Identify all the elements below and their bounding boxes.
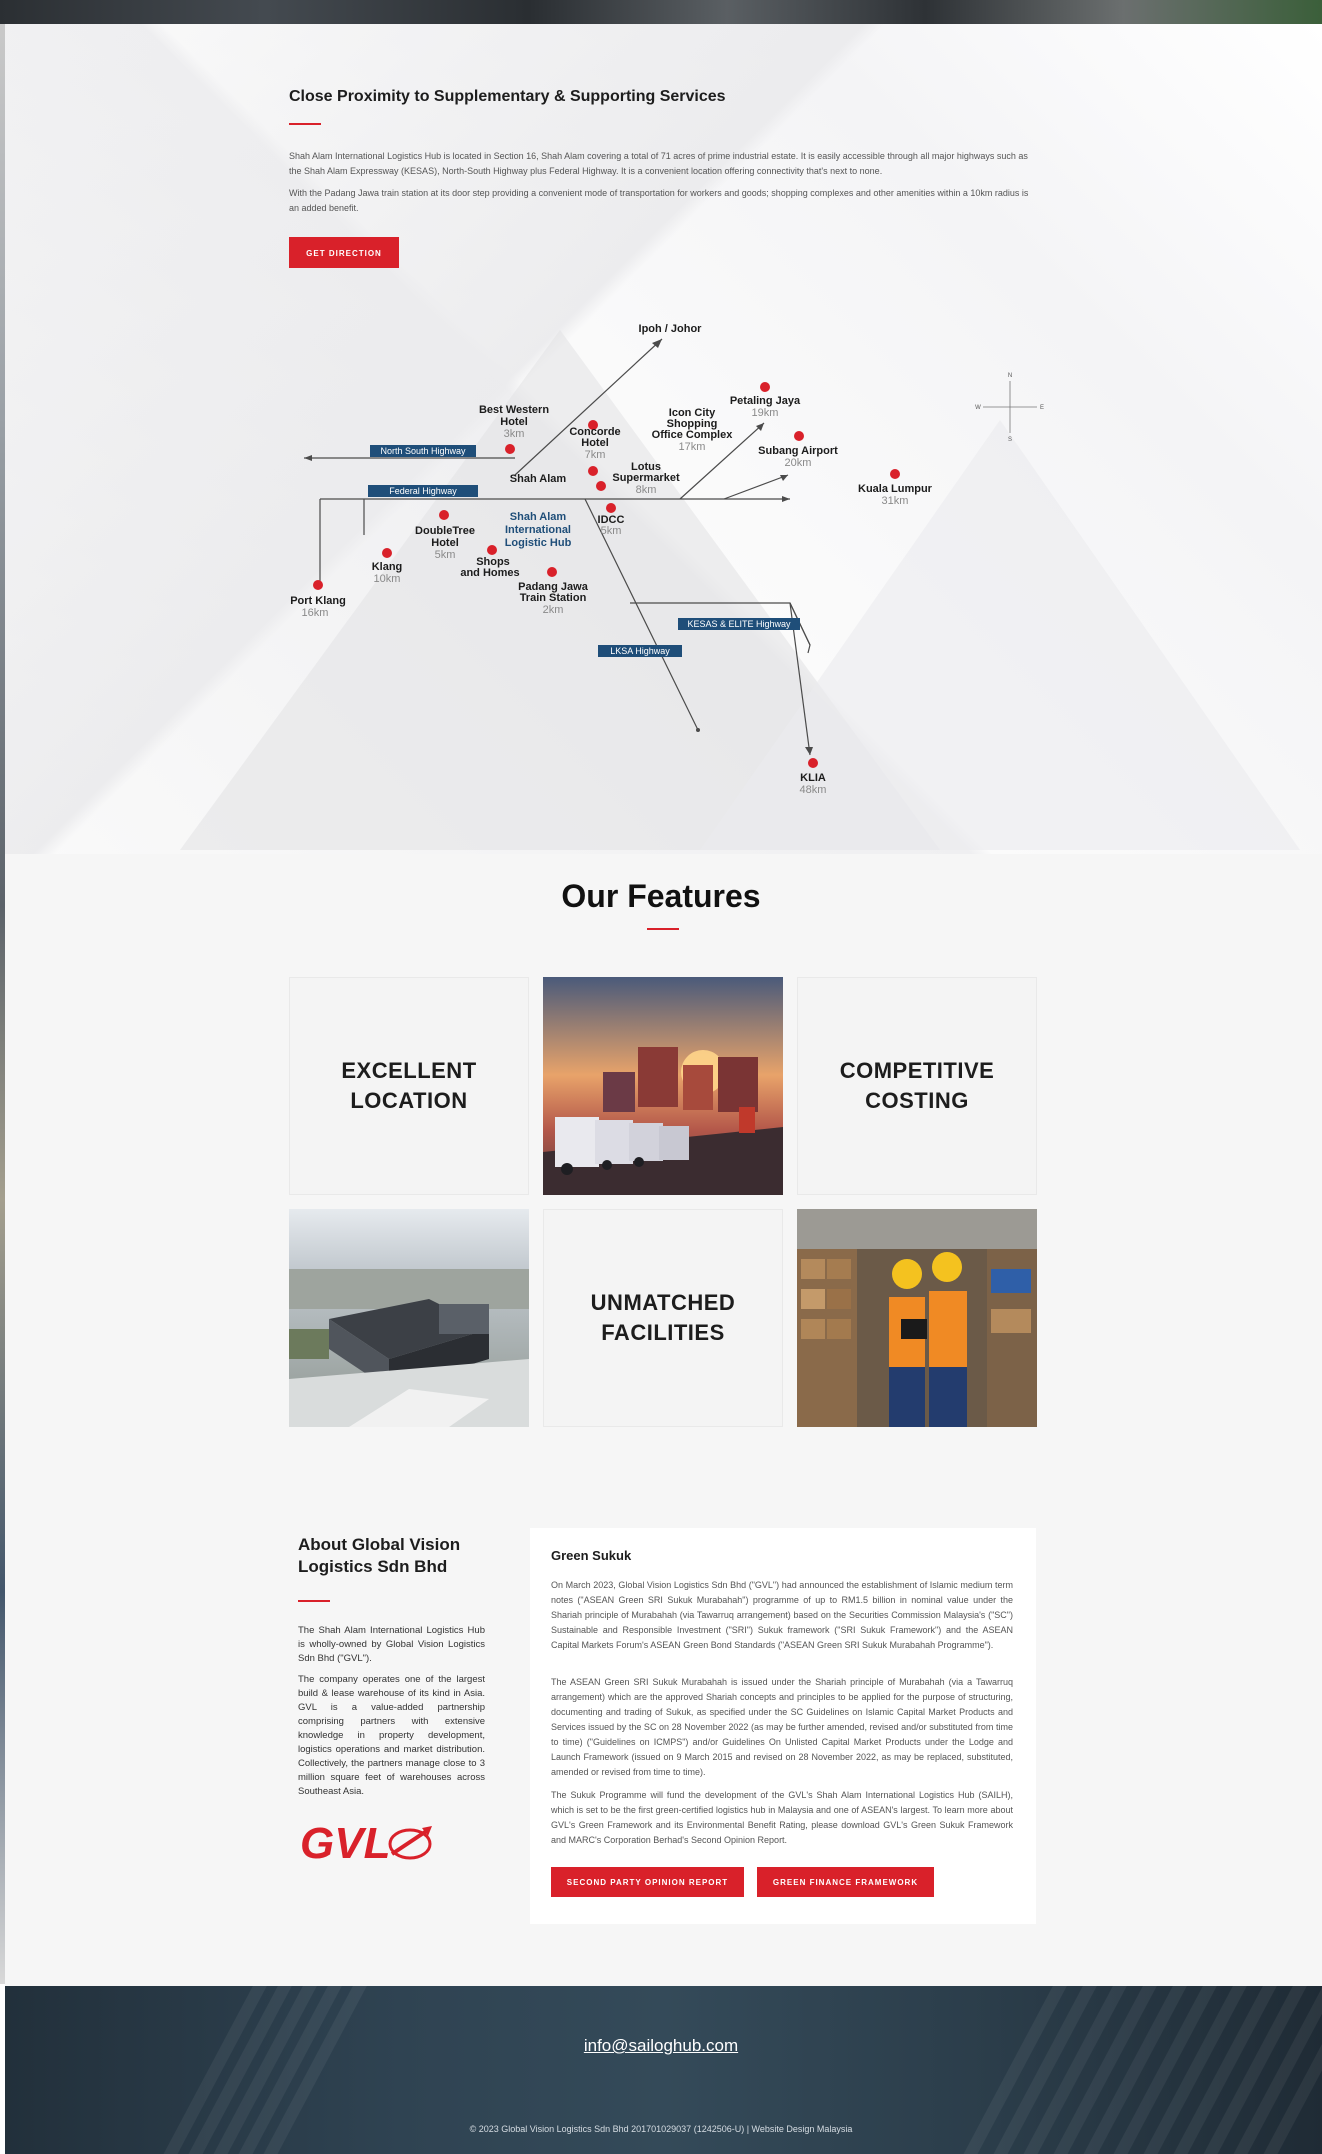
feature-card-label: COMPETITIVE COSTING (839, 1058, 995, 1113)
pin-subang-airport (794, 431, 804, 441)
proximity-paragraph: With the Padang Jawa train station at it… (289, 188, 1029, 213)
dist-idcc: 5km (601, 525, 622, 537)
svg-text:N: N (1008, 373, 1012, 379)
feature-card-facilities: UNMATCHED FACILITIES (543, 1209, 783, 1427)
pin-lotus (596, 481, 606, 491)
title-underline (647, 928, 679, 930)
dist-padang-jawa: 2km (543, 604, 564, 616)
label-subang-airport: Subang Airport (758, 445, 838, 457)
feature-card-costing: COMPETITIVE COSTING (797, 977, 1037, 1195)
proximity-title: Close Proximity to Supplementary & Suppo… (289, 88, 726, 105)
pin-padang-jawa (547, 567, 557, 577)
label-concorde: Hotel (581, 437, 609, 449)
aerial-warehouse-photo (289, 1209, 529, 1427)
highway-label-federal: Federal Highway (368, 485, 478, 497)
sukuk-paragraph: The Sukuk Programme will fund the develo… (551, 1790, 1013, 1845)
dist-kuala-lumpur: 31km (882, 495, 909, 507)
compass-icon: N S E W (975, 373, 1044, 443)
road-subang (723, 474, 789, 500)
label-hub: Shah Alam (510, 511, 567, 523)
pin-klia (808, 758, 818, 768)
label-shops: and Homes (460, 567, 519, 579)
dist-port-klang: 16km (302, 607, 329, 619)
svg-text:KESAS & ELITE Highway: KESAS & ELITE Highway (687, 619, 791, 629)
about-paragraph: The Shah Alam International Logistics Hu… (298, 1625, 485, 1664)
dist-lotus: 8km (636, 484, 657, 496)
pin-kuala-lumpur (890, 469, 900, 479)
dist-doubletree: 5km (435, 549, 456, 561)
svg-text:GVL: GVL (300, 1819, 390, 1866)
label-kuala-lumpur: Kuala Lumpur (858, 483, 933, 495)
svg-text:Federal Highway: Federal Highway (389, 486, 457, 496)
svg-text:E: E (1040, 405, 1044, 411)
dist-best-western: 3km (504, 428, 525, 440)
sukuk-paragraph: The ASEAN Green SRI Sukuk Murabahah is i… (551, 1677, 1013, 1777)
gvl-logo: GVL (300, 1818, 440, 1871)
feature-card-label: EXCELLENT LOCATION (341, 1058, 477, 1113)
about-paragraph: The company operates one of the largest … (298, 1674, 485, 1797)
feature-card-label: UNMATCHED FACILITIES (590, 1290, 736, 1345)
hero-image-strip (0, 0, 1322, 24)
pin-petaling-jaya (760, 382, 770, 392)
second-party-opinion-button[interactable]: SECOND PARTY OPINION REPORT (551, 1867, 744, 1897)
warehouse-workers-photo (797, 1209, 1037, 1427)
pin-klang (382, 548, 392, 558)
sukuk-paragraph: On March 2023, Global Vision Logistics S… (551, 1580, 1013, 1650)
label-lotus: Supermarket (612, 472, 680, 484)
label-icon-city: Office Complex (652, 429, 734, 441)
dist-icon-city: 17km (679, 441, 706, 453)
dist-subang-airport: 20km (785, 457, 812, 469)
label-port-klang: Port Klang (290, 595, 346, 607)
label-klang: Klang (372, 561, 403, 573)
title-underline (289, 123, 321, 125)
features-title: Our Features (561, 878, 761, 914)
label-hub: Logistic Hub (505, 537, 572, 549)
route-map: North South Highway Federal Highway KESA… (290, 323, 1044, 796)
dist-klang: 10km (374, 573, 401, 585)
title-underline (298, 1600, 330, 1602)
highway-label-lksa: LKSA Highway (598, 645, 682, 657)
green-finance-framework-button[interactable]: GREEN FINANCE FRAMEWORK (757, 1867, 934, 1897)
svg-text:LKSA Highway: LKSA Highway (610, 646, 670, 656)
label-doubletree: Hotel (431, 537, 459, 549)
label-doubletree: DoubleTree (415, 525, 475, 537)
pin-idcc (606, 503, 616, 513)
label-padang-jawa: Train Station (520, 592, 587, 604)
pin-concorde (588, 466, 598, 476)
footer-email-link[interactable]: info@sailoghub.com (0, 2036, 1322, 2056)
pin-doubletree (439, 510, 449, 520)
svg-text:S: S (1008, 437, 1012, 443)
dist-klia: 48km (800, 784, 827, 796)
label-ipoh-johor: Ipoh / Johor (639, 323, 703, 335)
about-title: About Global Vision Logistics Sdn Bhd (298, 1535, 461, 1576)
trucks-photo (543, 977, 783, 1195)
highway-label-north-south: North South Highway (370, 445, 476, 457)
dist-concorde: 7km (585, 449, 606, 461)
footer-copyright: © 2023 Global Vision Logistics Sdn Bhd 2… (469, 2124, 853, 2134)
dist-petaling-jaya: 19km (752, 407, 779, 419)
pin-best-western (505, 444, 515, 454)
highway-label-kesas-elite: KESAS & ELITE Highway (678, 618, 800, 630)
pin-port-klang (313, 580, 323, 590)
svg-text:W: W (975, 405, 981, 411)
label-shah-alam: Shah Alam (510, 473, 567, 485)
pin-shops (487, 545, 497, 555)
sukuk-title: Green Sukuk (551, 1548, 632, 1563)
proximity-paragraph: Shah Alam International Logistics Hub is… (289, 151, 1028, 176)
label-klia: KLIA (800, 772, 826, 784)
label-best-western: Hotel (500, 416, 528, 428)
svg-text:North South Highway: North South Highway (380, 446, 466, 456)
label-petaling-jaya: Petaling Jaya (730, 395, 801, 407)
label-hub: International (505, 524, 571, 536)
label-best-western: Best Western (479, 404, 549, 416)
get-direction-button[interactable]: GET DIRECTION (289, 237, 399, 268)
feature-card-location: EXCELLENT LOCATION (289, 977, 529, 1195)
